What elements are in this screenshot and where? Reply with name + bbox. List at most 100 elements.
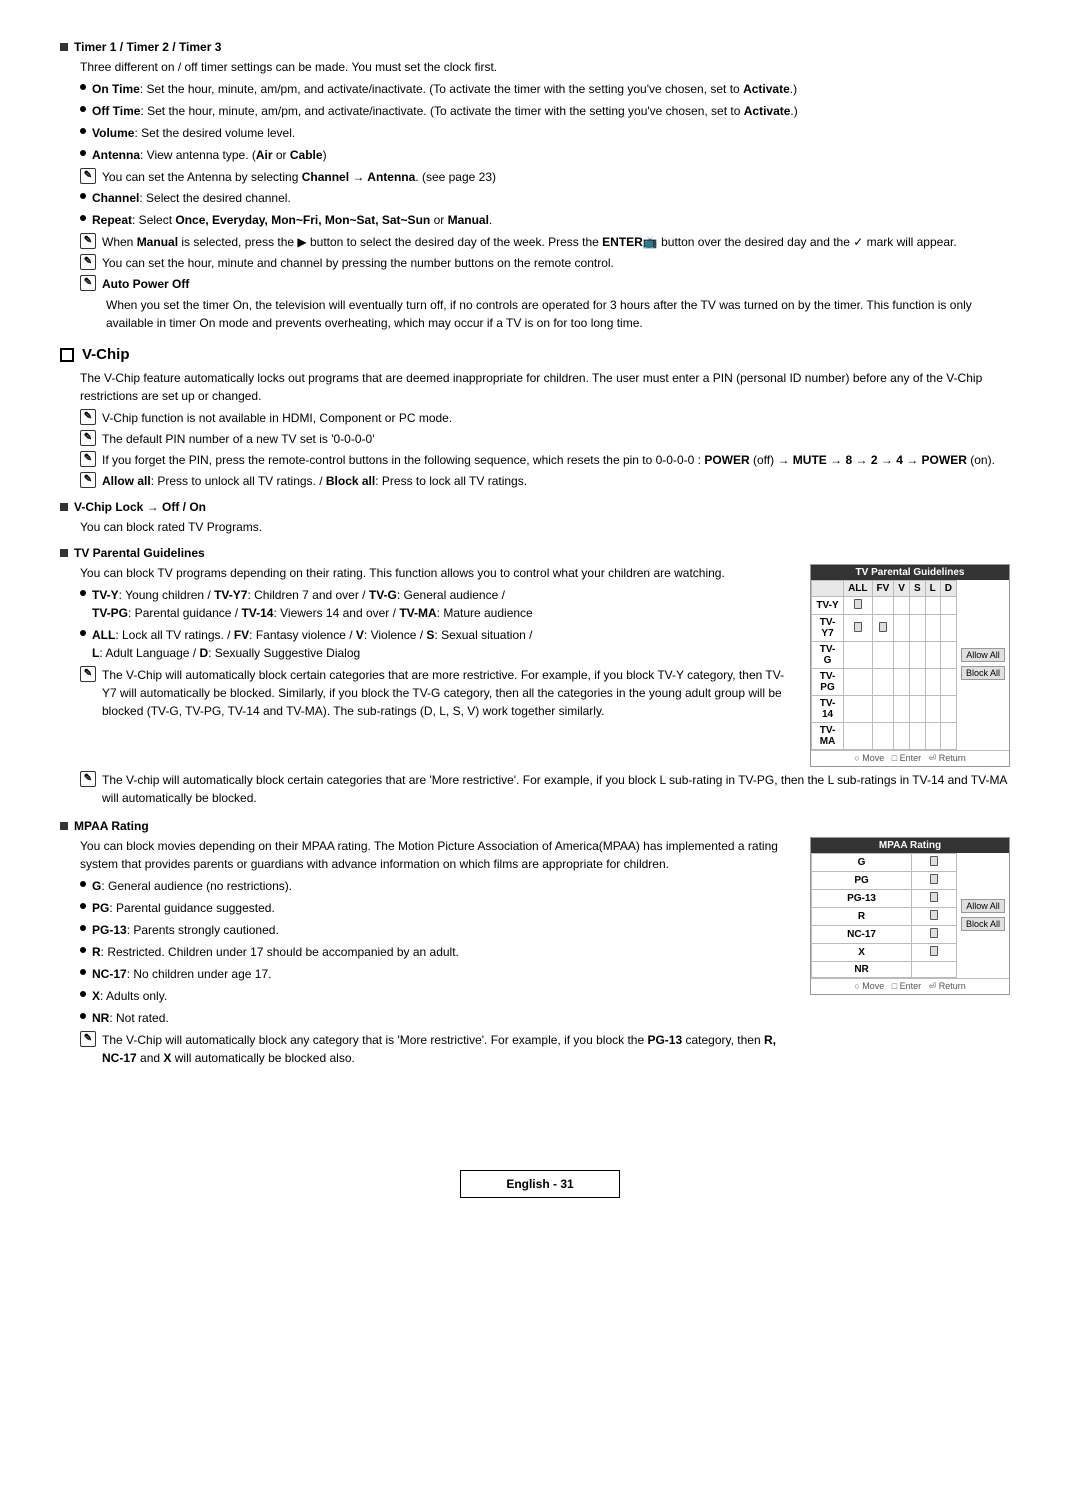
bullet-dot-icon3 — [80, 128, 86, 134]
mpaa-item-nr: NR: Not rated. — [80, 1009, 790, 1027]
cell — [925, 597, 940, 615]
cell — [872, 696, 894, 723]
vchip-title: V-Chip — [82, 346, 130, 363]
mpaa-item-pg13: PG-13: Parents strongly cautioned. — [80, 921, 790, 939]
note-icon11: ✎ — [80, 1031, 96, 1047]
bullet-dot-icon7 — [80, 590, 86, 596]
note-icon5: ✎ — [80, 409, 96, 425]
table-row: TV-G — [812, 642, 957, 669]
col-v: V — [894, 581, 910, 597]
vchip-note2: ✎ The default PIN number of a new TV set… — [80, 430, 1020, 448]
tv-table-footer: ○ Move □ Enter ⏎ Return — [811, 750, 1009, 766]
note-icon2: ✎ — [80, 233, 96, 249]
mpaa-section: MPAA Rating You can block movies dependi… — [60, 819, 1020, 1070]
table-row: R — [812, 908, 957, 926]
timer-list: On Time: Set the hour, minute, am/pm, an… — [80, 80, 1020, 164]
tv-parental-table: TV Parental Guidelines ALL FV V S L — [810, 564, 1020, 767]
cell — [844, 642, 872, 669]
table-row: TV-14 — [812, 696, 957, 723]
cell — [844, 723, 872, 750]
block-all-button[interactable]: Block All — [961, 666, 1005, 680]
cell — [925, 696, 940, 723]
bullet-dot-icon — [80, 84, 86, 90]
mpaa-allow-all-button[interactable]: Allow All — [961, 899, 1005, 913]
cell — [872, 597, 894, 615]
bullet-dot-icon4 — [80, 150, 86, 156]
mpaa-item-x: X: Adults only. — [80, 987, 790, 1005]
bullet-dot-icon8 — [80, 630, 86, 636]
mpaa-cell — [912, 890, 957, 908]
cell — [872, 615, 894, 642]
mpaa-ratings-table: G PG PG-13 — [811, 853, 957, 978]
mpaa-cell — [912, 908, 957, 926]
table-header-row: ALL FV V S L D — [812, 581, 957, 597]
cell — [909, 597, 925, 615]
col-all: ALL — [844, 581, 872, 597]
note-icon6: ✎ — [80, 430, 96, 446]
cell — [940, 615, 956, 642]
col-d: D — [940, 581, 956, 597]
cell — [925, 642, 940, 669]
bullet-dot-icon6 — [80, 215, 86, 221]
note-icon10: ✎ — [80, 771, 96, 787]
cell — [894, 723, 910, 750]
bullet-dot-r — [80, 947, 86, 953]
cell — [844, 669, 872, 696]
cell — [872, 723, 894, 750]
mpaa-list: G: General audience (no restrictions). P… — [80, 877, 790, 1027]
table-row: NC-17 — [812, 926, 957, 944]
antenna-note: ✎ You can set the Antenna by selecting C… — [80, 168, 1020, 186]
timer-item-channel: Channel: Select the desired channel. — [80, 189, 1020, 207]
tv-parental-note1: ✎ The V-Chip will automatically block ce… — [80, 666, 790, 720]
tv-parental-title: TV Parental Guidelines — [60, 546, 1020, 560]
vchip-section: V-Chip The V-Chip feature automatically … — [60, 346, 1020, 1070]
mpaa-label: G — [812, 854, 912, 872]
mpaa-item-nc17: NC-17: No children under age 17. — [80, 965, 790, 983]
cell — [940, 642, 956, 669]
bullet-dot-icon5 — [80, 193, 86, 199]
mpaa-block-all-button[interactable]: Block All — [961, 917, 1005, 931]
vchip-lock-title: V-Chip Lock → Off / On — [60, 500, 1020, 514]
mpaa-cell — [912, 854, 957, 872]
table-row: NR — [812, 962, 957, 978]
repeat-note: ✎ When Manual is selected, press the ▶ b… — [80, 233, 1020, 251]
cell — [844, 696, 872, 723]
col-fv: FV — [872, 581, 894, 597]
timer-item-volume: Volume: Set the desired volume level. — [80, 124, 1020, 142]
note-icon4: ✎ — [80, 275, 96, 291]
bullet-dot-icon2 — [80, 106, 86, 112]
mpaa-label: R — [812, 908, 912, 926]
timer-item-ontime: On Time: Set the hour, minute, am/pm, an… — [80, 80, 1020, 98]
note-icon3: ✎ — [80, 254, 96, 270]
mpaa-cell — [912, 926, 957, 944]
cell — [894, 696, 910, 723]
square-bullet-icon4 — [60, 822, 68, 830]
cell — [844, 597, 872, 615]
mpaa-label: NR — [812, 962, 912, 978]
col-s: S — [909, 581, 925, 597]
auto-power-text: When you set the timer On, the televisio… — [106, 296, 1020, 332]
rating-label: TV-G — [812, 642, 844, 669]
bullet-dot-g — [80, 881, 86, 887]
vchip-lock-text: You can block rated TV Programs. — [80, 518, 1020, 536]
tv-parental-list: TV-Y: Young children / TV-Y7: Children 7… — [80, 586, 790, 662]
table-row: G — [812, 854, 957, 872]
col-empty — [812, 581, 844, 597]
footer-text: English - 31 — [506, 1177, 573, 1191]
mpaa-item-g: G: General audience (no restrictions). — [80, 877, 790, 895]
cell — [872, 642, 894, 669]
mpaa-text-col: You can block movies depending on their … — [60, 837, 790, 1070]
mpaa-buttons: Allow All Block All — [957, 853, 1009, 978]
square-bullet-icon3 — [60, 549, 68, 557]
note-icon9: ✎ — [80, 666, 96, 682]
vchip-note3: ✎ If you forget the PIN, press the remot… — [80, 451, 1020, 469]
timer-item-offtime: Off Time: Set the hour, minute, am/pm, a… — [80, 102, 1020, 120]
cell — [909, 723, 925, 750]
note-icon: ✎ — [80, 168, 96, 184]
cell — [925, 615, 940, 642]
cell — [894, 669, 910, 696]
timer-item-antenna: Antenna: View antenna type. (Air or Cabl… — [80, 146, 1020, 164]
timer-section: Timer 1 / Timer 2 / Timer 3 Three differ… — [60, 40, 1020, 332]
allow-all-button[interactable]: Allow All — [961, 648, 1005, 662]
mpaa-table-body: G PG PG-13 — [811, 853, 1009, 978]
